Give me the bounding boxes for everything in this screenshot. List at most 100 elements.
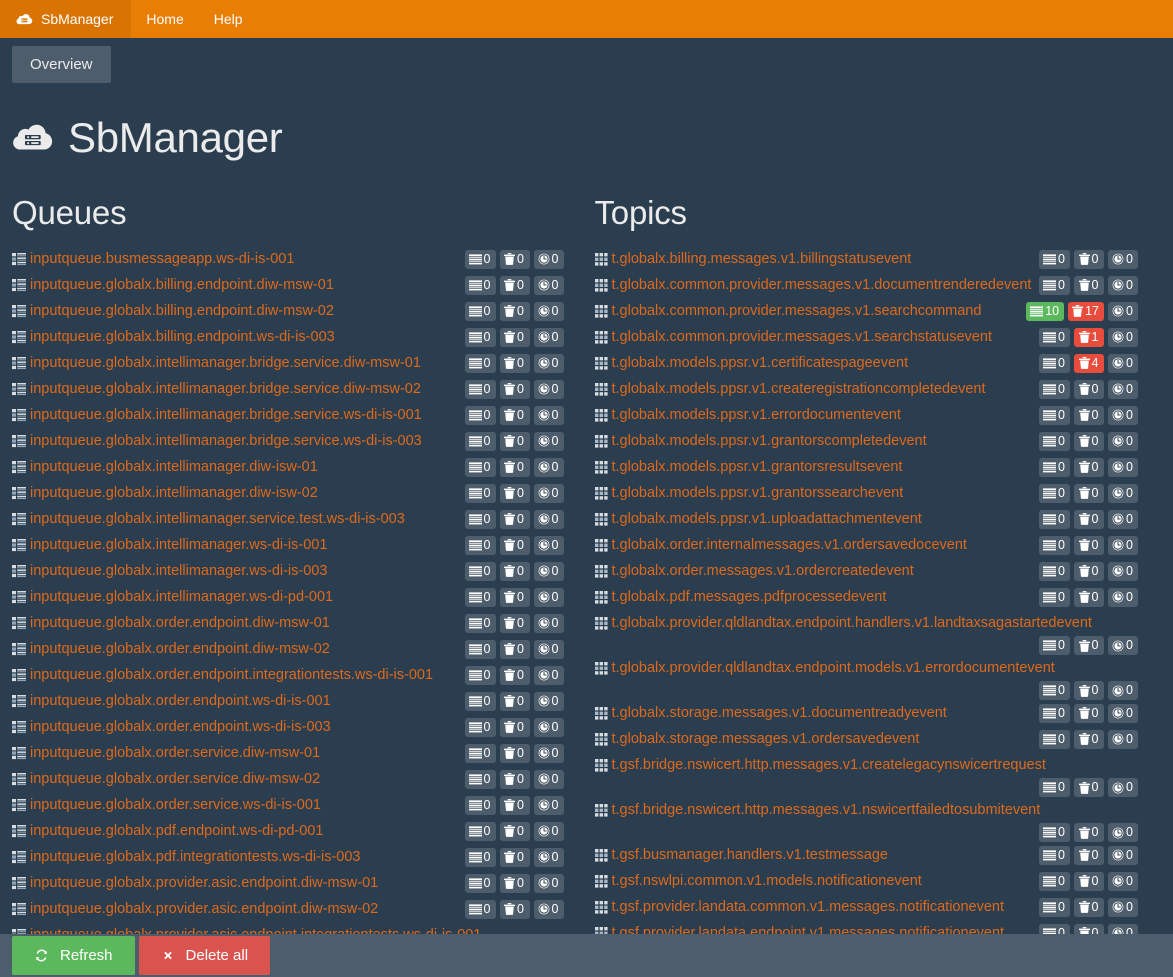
deadletter-badge[interactable]: 0 [1074,275,1104,295]
deadletter-badge[interactable]: 0 [1074,535,1104,555]
scheduled-badge[interactable]: 0 [533,821,564,841]
topic-link[interactable]: t.gsf.nswlpi.common.v1.models.notificati… [594,868,922,894]
deadletter-badge[interactable]: 0 [1074,636,1104,655]
deadletter-badge[interactable]: 0 [1074,587,1104,607]
topic-link[interactable]: t.globalx.provider.qldlandtax.endpoint.h… [594,610,1092,636]
scheduled-badge[interactable]: 0 [533,249,564,269]
scheduled-badge[interactable]: 0 [1108,379,1138,399]
deadletter-badge[interactable]: 0 [1074,509,1104,529]
scheduled-badge[interactable]: 0 [533,431,564,451]
deadletter-badge[interactable]: 0 [1074,681,1104,700]
messages-badge[interactable]: 0 [464,665,496,685]
deadletter-badge[interactable]: 0 [499,483,530,503]
messages-badge[interactable]: 0 [1039,636,1070,655]
deadletter-badge[interactable]: 1 [1074,327,1104,347]
topic-link[interactable]: t.globalx.billing.messages.v1.billingsta… [594,246,911,272]
messages-badge[interactable]: 0 [464,873,496,893]
topic-link[interactable]: t.gsf.bridge.nswicert.http.messages.v1.c… [594,752,1046,778]
deadletter-badge[interactable]: 0 [1074,703,1104,723]
deadletter-badge[interactable]: 0 [499,431,530,451]
messages-badge[interactable]: 0 [1039,897,1070,917]
queue-link[interactable]: inputqueue.globalx.provider.asic.endpoin… [12,870,378,896]
deadletter-badge[interactable]: 0 [499,899,530,919]
scheduled-badge[interactable]: 0 [1108,729,1138,749]
queue-link[interactable]: inputqueue.globalx.provider.asic.endpoin… [12,896,378,922]
scheduled-badge[interactable]: 0 [1108,535,1138,555]
messages-badge[interactable]: 0 [464,561,496,581]
queue-link[interactable]: inputqueue.globalx.billing.endpoint.ws-d… [12,324,335,350]
topic-link[interactable]: t.globalx.order.messages.v1.ordercreated… [594,558,914,584]
deadletter-badge[interactable]: 0 [1074,778,1104,797]
refresh-button[interactable]: Refresh [12,936,135,975]
scheduled-badge[interactable]: 0 [533,587,564,607]
queue-link[interactable]: inputqueue.globalx.intellimanager.bridge… [12,428,422,454]
scheduled-badge[interactable]: 0 [1108,353,1138,373]
messages-badge[interactable]: 0 [1039,379,1070,399]
topic-link[interactable]: t.globalx.models.ppsr.v1.grantorssearche… [594,480,903,506]
topic-link[interactable]: t.globalx.storage.messages.v1.documentre… [594,700,947,726]
queues-list[interactable]: inputqueue.busmessageapp.ws-di-is-001 0 0 0… [12,246,564,977]
messages-badge[interactable]: 0 [1039,681,1070,700]
messages-badge[interactable]: 0 [464,795,496,815]
scheduled-badge[interactable]: 0 [1108,431,1138,451]
topic-link[interactable]: t.globalx.provider.qldlandtax.endpoint.m… [594,655,1055,681]
scheduled-badge[interactable]: 0 [533,535,564,555]
topic-link[interactable]: t.globalx.order.internalmessages.v1.orde… [594,532,967,558]
messages-badge[interactable]: 0 [464,743,496,763]
deadletter-badge[interactable]: 0 [499,691,530,711]
deadletter-badge[interactable]: 0 [1074,483,1104,503]
deadletter-badge[interactable]: 0 [499,717,530,737]
scheduled-badge[interactable]: 0 [1108,405,1138,425]
topic-link[interactable]: t.globalx.models.ppsr.v1.errordocumentev… [594,402,901,428]
deadletter-badge[interactable]: 0 [499,327,530,347]
scheduled-badge[interactable]: 0 [1108,301,1138,321]
queue-link[interactable]: inputqueue.globalx.order.endpoint.diw-ms… [12,610,330,636]
scheduled-badge[interactable]: 0 [1108,823,1138,842]
topic-link[interactable]: t.globalx.models.ppsr.v1.grantorscomplet… [594,428,927,454]
messages-badge[interactable]: 0 [464,483,496,503]
messages-badge[interactable]: 0 [464,717,496,737]
scheduled-badge[interactable]: 0 [533,405,564,425]
deadletter-badge[interactable]: 0 [499,561,530,581]
messages-badge[interactable]: 0 [1039,249,1070,269]
scheduled-badge[interactable]: 0 [1108,275,1138,295]
messages-badge[interactable]: 0 [464,613,496,633]
topic-link[interactable]: t.globalx.common.provider.messages.v1.se… [594,298,981,324]
messages-badge[interactable]: 0 [1039,509,1070,529]
tab-overview[interactable]: Overview [12,45,111,83]
messages-badge[interactable]: 10 [1026,301,1065,321]
topic-link[interactable]: t.globalx.common.provider.messages.v1.se… [594,324,992,350]
scheduled-badge[interactable]: 0 [1108,483,1138,503]
topic-link[interactable]: t.globalx.pdf.messages.pdfprocessedevent [594,584,886,610]
messages-badge[interactable]: 0 [464,769,496,789]
scheduled-badge[interactable]: 0 [1108,457,1138,477]
queue-link[interactable]: inputqueue.globalx.order.service.diw-msw… [12,766,320,792]
messages-badge[interactable]: 0 [1039,703,1070,723]
deadletter-badge[interactable]: 0 [1074,561,1104,581]
deadletter-badge[interactable]: 0 [499,873,530,893]
messages-badge[interactable]: 0 [1039,729,1070,749]
scheduled-badge[interactable]: 0 [1108,681,1138,700]
scheduled-badge[interactable]: 0 [533,899,564,919]
deadletter-badge[interactable]: 0 [499,587,530,607]
scheduled-badge[interactable]: 0 [1108,703,1138,723]
deadletter-badge[interactable]: 0 [499,379,530,399]
messages-badge[interactable]: 0 [464,431,496,451]
deadletter-badge[interactable]: 0 [499,249,530,269]
topic-link[interactable]: t.gsf.busmanager.handlers.v1.testmessage [594,842,888,868]
deadletter-badge[interactable]: 0 [499,405,530,425]
scheduled-badge[interactable]: 0 [533,301,564,321]
topic-link[interactable]: t.globalx.storage.messages.v1.ordersaved… [594,726,919,752]
queue-link[interactable]: inputqueue.globalx.intellimanager.bridge… [12,376,421,402]
deadletter-badge[interactable]: 4 [1074,353,1104,373]
scheduled-badge[interactable]: 0 [533,379,564,399]
messages-badge[interactable]: 0 [1039,353,1070,373]
queue-link[interactable]: inputqueue.globalx.intellimanager.diw-is… [12,480,318,506]
queue-link[interactable]: inputqueue.globalx.intellimanager.ws-di-… [12,558,327,584]
topic-link[interactable]: t.gsf.bridge.nswicert.http.messages.v1.n… [594,797,1040,823]
messages-badge[interactable]: 0 [1039,587,1070,607]
queue-link[interactable]: inputqueue.globalx.intellimanager.bridge… [12,350,421,376]
scheduled-badge[interactable]: 0 [533,717,564,737]
scheduled-badge[interactable]: 0 [533,509,564,529]
scheduled-badge[interactable]: 0 [1108,897,1138,917]
